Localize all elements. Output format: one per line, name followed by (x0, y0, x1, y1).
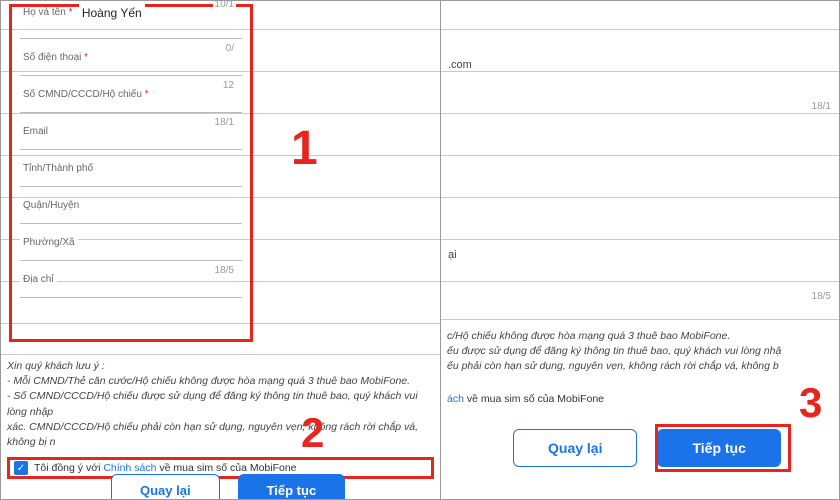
consent-text: Tôi đồng ý với Chính sách về mua sim số … (34, 462, 297, 474)
field-district[interactable]: Quận/Huyện (20, 187, 242, 224)
note-line-1: - Mỗi CMND/Thẻ căn cước/Hộ chiếu không đ… (7, 374, 434, 389)
note-area: Xin quý khách lưu ý : - Mỗi CMND/Thẻ căn… (7, 359, 434, 450)
label-idcard: Số CMND/CCCD/Hộ chiếu * (20, 89, 152, 100)
counter-email: 18/1 (213, 117, 236, 128)
back-button-right[interactable]: Quay lại (513, 429, 637, 467)
field-province[interactable]: Tỉnh/Thành phố (20, 150, 242, 187)
annotation-3: 3 (799, 379, 822, 427)
counter-address: 18/5 (213, 265, 236, 276)
field-email[interactable]: Email 18/1 (20, 113, 242, 150)
label-province: Tỉnh/Thành phố (20, 163, 96, 174)
container: Họ và tên * 10/1 Hoàng Yến Số điện thoại… (0, 0, 840, 500)
field-phone[interactable]: Số điện thoại * 0/ (20, 39, 242, 76)
counter-idcard: 12 (221, 80, 236, 91)
right-note-3: ếu phải còn hạn sử dụng, nguyên vẹn, khô… (447, 359, 833, 374)
label-name: Họ và tên * (20, 7, 76, 18)
button-row-left: Quay lại Tiếp tục (111, 474, 345, 499)
back-button[interactable]: Quay lại (111, 474, 220, 499)
annotation-1: 1 (291, 121, 318, 176)
note-line-2b: xác. CMND/CCCD/Hộ chiếu phải còn hạn sử … (7, 420, 434, 450)
form-highlight-box: Họ và tên * 10/1 Hoàng Yến Số điện thoại… (9, 4, 253, 342)
counter-name: 10/1 (213, 1, 236, 10)
field-ward[interactable]: Phường/Xã (20, 224, 242, 261)
note-title: Xin quý khách lưu ý : (7, 359, 434, 374)
right-note-1: c/Hộ chiếu không được hòa mạng quá 3 thu… (447, 329, 833, 344)
next-button[interactable]: Tiếp tục (238, 474, 346, 499)
field-address[interactable]: Địa chỉ 18/5 (20, 261, 242, 298)
right-counter-1: 18/1 (810, 101, 833, 112)
label-phone: Số điện thoại * (20, 52, 91, 63)
right-note: c/Hộ chiếu không được hòa mạng quá 3 thu… (447, 329, 833, 375)
right-counter-2: 18/5 (810, 291, 833, 302)
right-consent: ách về mua sim số của MobiFone (447, 393, 604, 405)
counter-phone: 0/ (224, 43, 236, 54)
field-idcard[interactable]: Số CMND/CCCD/Hộ chiếu * 12 (20, 76, 242, 113)
label-address: Địa chỉ (20, 274, 57, 285)
fragment-com: .com (445, 59, 475, 71)
left-panel: Họ và tên * 10/1 Hoàng Yến Số điện thoại… (1, 1, 441, 499)
note-line-2a: - Số CMND/CCCD/Hộ chiếu được sử dụng để … (7, 389, 434, 419)
fragment-ai: ại (445, 249, 460, 261)
annotation-2: 2 (301, 409, 324, 457)
right-panel: .com 18/1 ại 18/5 c/Hộ chiếu không được … (441, 1, 839, 499)
field-name[interactable]: Họ và tên * 10/1 Hoàng Yến (20, 2, 242, 39)
label-district: Quận/Huyện (20, 200, 82, 211)
right-note-2: ếu được sử dụng để đăng ký thông tin thu… (447, 344, 833, 359)
value-name: Hoàng Yến (79, 2, 145, 20)
right-policy-link-fragment[interactable]: ách (447, 393, 464, 405)
label-email: Email (20, 126, 51, 137)
checkbox-icon[interactable]: ✓ (14, 461, 28, 475)
highlight-box-3 (655, 424, 791, 472)
policy-link[interactable]: Chính sách (103, 462, 156, 474)
label-ward: Phường/Xã (20, 237, 78, 248)
